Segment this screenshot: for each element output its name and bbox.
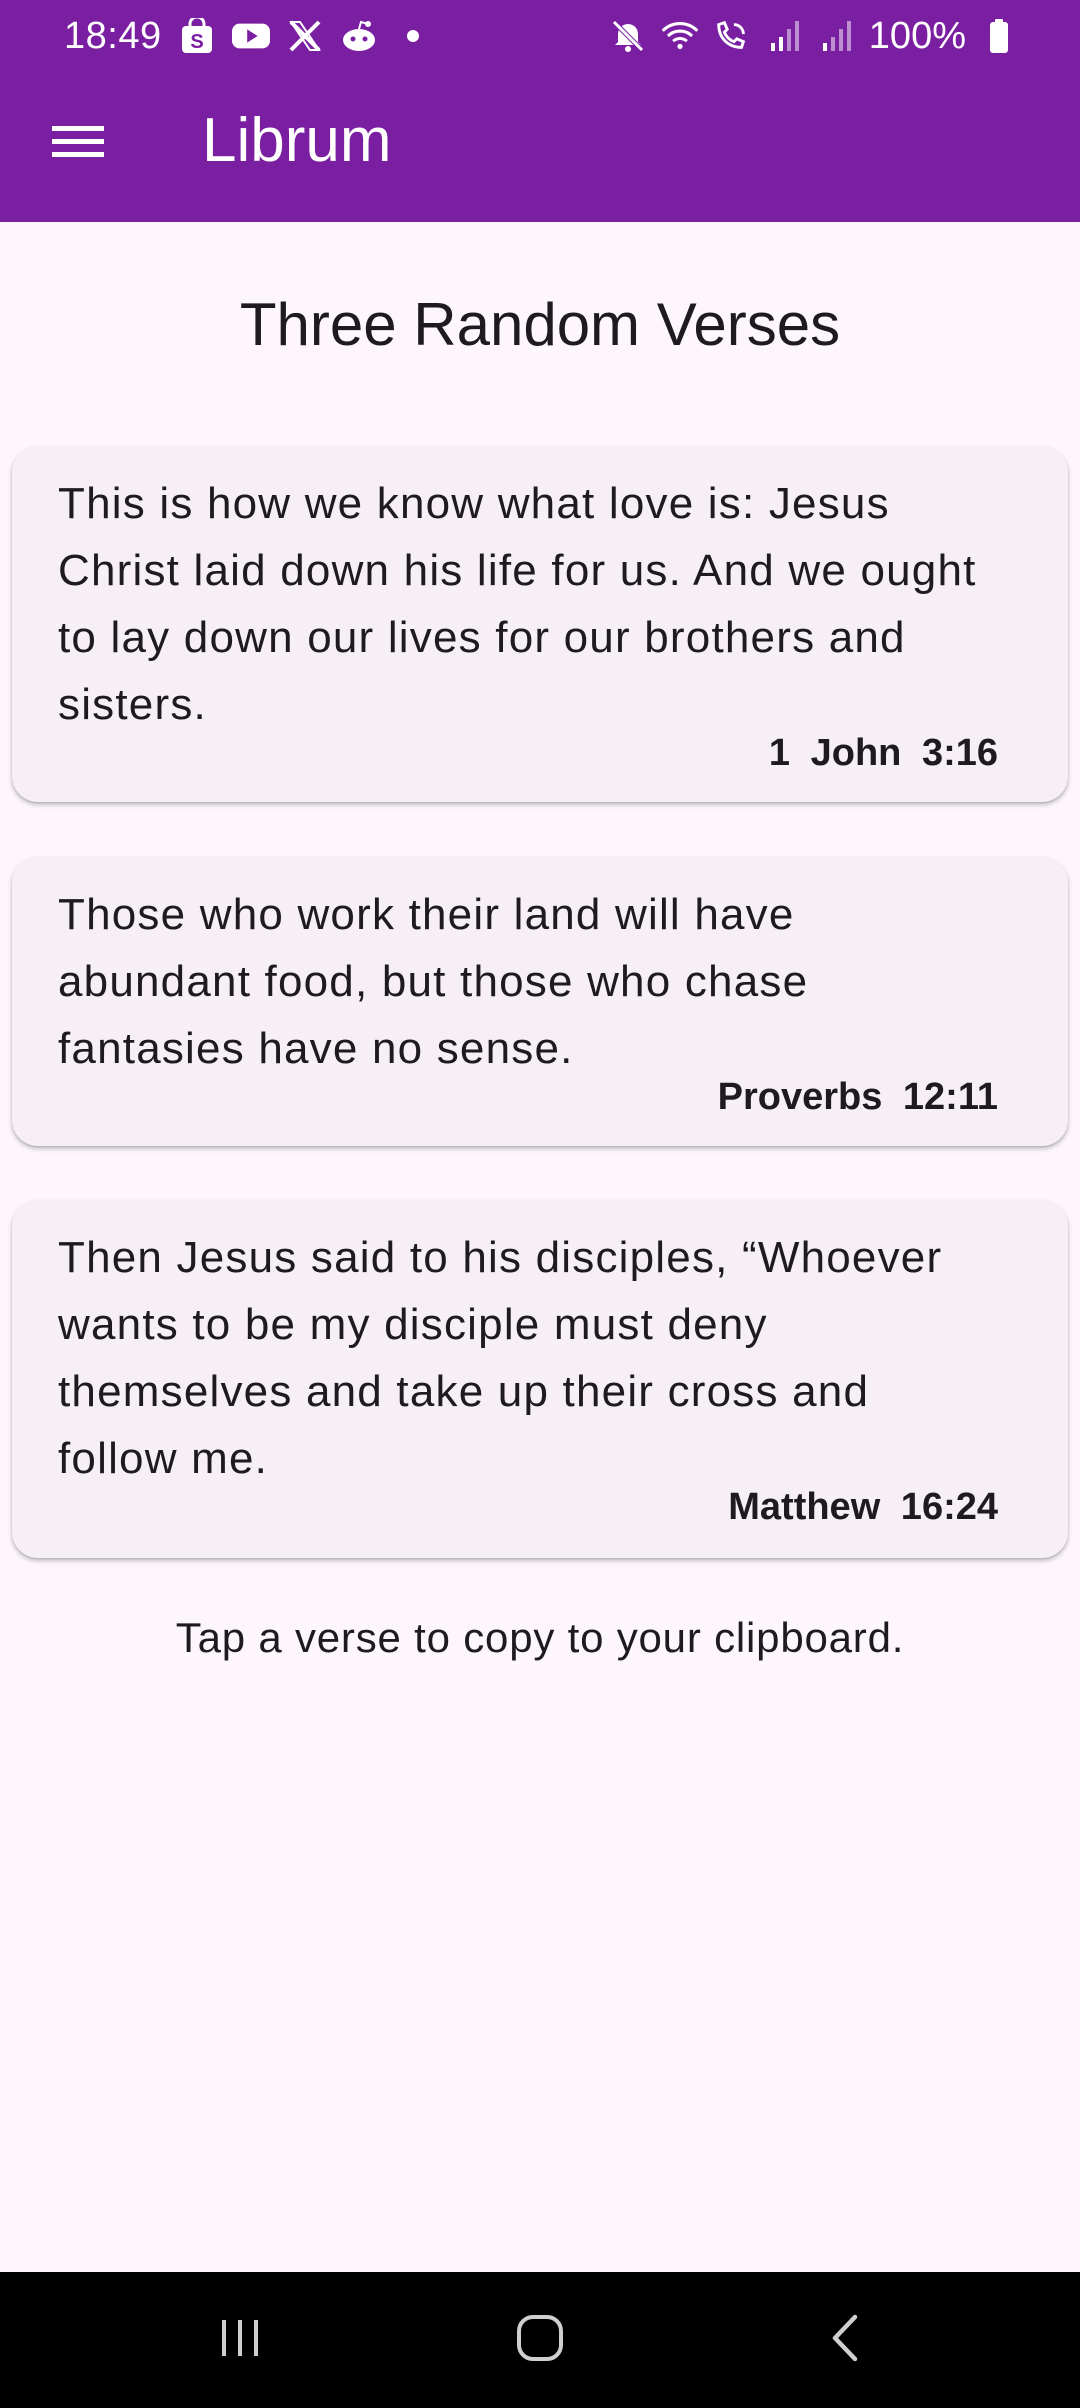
page-title: Three Random Verses <box>239 291 841 358</box>
wifi-calling-icon <box>713 17 751 55</box>
verse-card[interactable]: Then Jesus said to his disciples, “Whoev… <box>12 1200 1068 1558</box>
signal-icon <box>765 17 803 55</box>
verse-card[interactable]: This is how we know what love is: Jesus … <box>12 446 1068 802</box>
home-button[interactable] <box>480 2292 600 2388</box>
back-icon <box>827 2313 863 2368</box>
mute-icon <box>609 17 647 55</box>
menu-button[interactable] <box>36 108 120 180</box>
x-icon <box>286 17 324 55</box>
signal-icon <box>817 17 855 55</box>
copy-hint: Tap a verse to copy to your clipboard. <box>175 1614 905 1661</box>
verse-text: This is how we know what love is: Jesus … <box>58 479 977 729</box>
recent-apps-icon <box>218 2316 262 2365</box>
wifi-icon <box>661 17 699 55</box>
youtube-icon <box>231 17 270 55</box>
status-bar: 18:49 S 100% <box>0 0 1080 72</box>
hamburger-menu-icon <box>52 122 104 167</box>
home-icon <box>515 2313 565 2368</box>
shopping-bag-icon: S <box>178 17 216 55</box>
svg-text:S: S <box>190 31 203 53</box>
recent-apps-button[interactable] <box>180 2292 300 2388</box>
back-button[interactable] <box>785 2292 905 2388</box>
reddit-icon <box>340 17 378 55</box>
status-time: 18:49 <box>64 14 162 57</box>
app-title: Librum <box>202 106 392 175</box>
dot-icon <box>394 17 432 55</box>
navigation-bar <box>0 2272 1080 2408</box>
app-bar: Librum <box>0 72 1080 222</box>
battery-percent: 100% <box>868 14 966 57</box>
verse-text: Then Jesus said to his disciples, “Whoev… <box>58 1233 943 1483</box>
verse-card[interactable]: Those who work their land will have abun… <box>12 857 1068 1146</box>
verse-text: Those who work their land will have abun… <box>58 890 809 1073</box>
status-left: 18:49 S <box>64 15 432 58</box>
status-right: 100% <box>609 15 1018 58</box>
battery-icon <box>980 17 1018 55</box>
